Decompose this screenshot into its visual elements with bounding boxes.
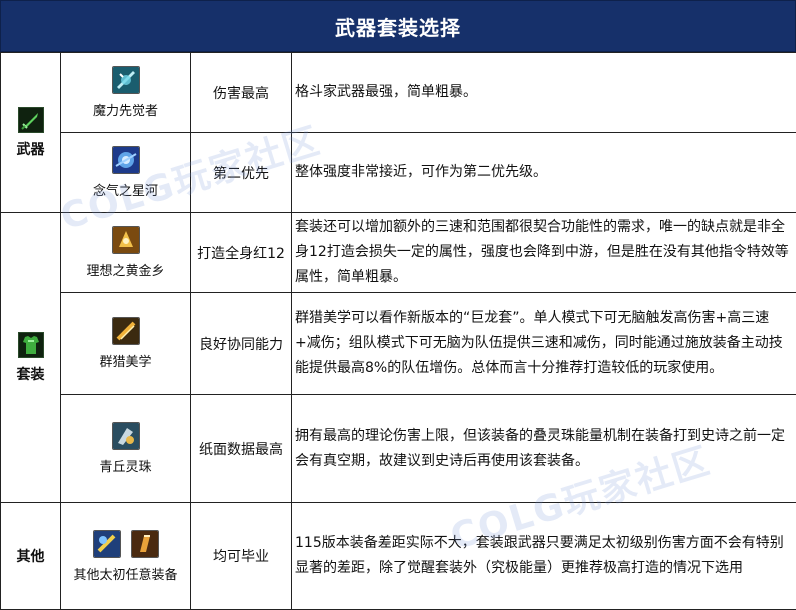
desc-cell: 整体强度非常接近，可作为第二优先级。 [292,133,796,213]
equipment-table: 武器 魔力先觉者 伤害最高 格斗家武器最强，简单粗暴。 [0,52,796,610]
tag-cell: 良好协同能力 [191,293,292,395]
desc-cell: 格斗家武器最强，简单粗暴。 [292,53,796,133]
desc-cell: 115版本装备差距实际不大，套装跟武器只要满足太初级别伤害方面不会有特别显著的差… [292,503,796,610]
tag-cell: 伤害最高 [191,53,292,133]
category-cell-other: 其他 [1,503,61,610]
table-row: 套装 理想之黄金乡 打造全身红12 套装还可以增加额外的三速和范围都很契合功能性… [1,213,796,293]
armor-icon [18,332,44,358]
desc-cell: 群猎美学可以看作新版本的“巨龙套”。单人模式下可无脑触发高伤害+高三速+减伤；组… [292,293,796,395]
item-cell: 魔力先觉者 [61,53,191,133]
tag-cell: 均可毕业 [191,503,292,610]
primordial-gear-icon-2 [131,530,159,558]
table-row: 青丘灵珠 纸面数据最高 拥有最高的理论伤害上限，但该装备的叠灵珠能量机制在装备打… [1,395,796,503]
desc-cell: 拥有最高的理论伤害上限，但该装备的叠灵珠能量机制在装备打到史诗之前一定会有真空期… [292,395,796,503]
item-name: 理想之黄金乡 [86,264,164,279]
category-cell-set: 套装 [1,213,61,503]
tag-cell: 打造全身红12 [191,213,292,293]
table-row: 其他 其他太初任意装备 均可毕业 115版本装备差距实际不大，套装跟武器只要满足… [1,503,796,610]
item-name: 青丘灵珠 [99,460,151,475]
star-galaxy-icon [112,146,140,174]
desc-cell: 套装还可以增加额外的三速和范围都很契合功能性的需求，唯一的缺点就是非全身12打造… [292,213,796,293]
hunting-icon [112,317,140,345]
mana-crystal-icon [112,66,140,94]
tag-cell: 纸面数据最高 [191,395,292,503]
item-name: 其他太初任意装备 [73,568,177,583]
category-label: 武器 [17,142,45,158]
item-name: 魔力先觉者 [93,104,158,119]
item-name: 群猎美学 [99,355,151,370]
primordial-gear-icon-1 [93,530,121,558]
category-label: 套装 [17,367,45,383]
item-cell: 青丘灵珠 [61,395,191,503]
golden-land-icon [112,226,140,254]
page: 武器套装选择 武器 魔力先觉者 伤害最高 格斗家武器最强，简单粗暴。 [0,0,796,607]
item-cell: 念气之星河 [61,133,191,213]
table-row: 群猎美学 良好协同能力 群猎美学可以看作新版本的“巨龙套”。单人模式下可无脑触发… [1,293,796,395]
table-row: 念气之星河 第二优先 整体强度非常接近，可作为第二优先级。 [1,133,796,213]
tag-cell: 第二优先 [191,133,292,213]
spirit-orb-icon [112,422,140,450]
sword-icon [18,107,44,133]
item-cell: 其他太初任意装备 [61,503,191,610]
page-title: 武器套装选择 [0,0,796,52]
category-cell-weapon: 武器 [1,53,61,213]
item-cell: 理想之黄金乡 [61,213,191,293]
table-row: 武器 魔力先觉者 伤害最高 格斗家武器最强，简单粗暴。 [1,53,796,133]
item-cell: 群猎美学 [61,293,191,395]
item-name: 念气之星河 [93,184,158,199]
